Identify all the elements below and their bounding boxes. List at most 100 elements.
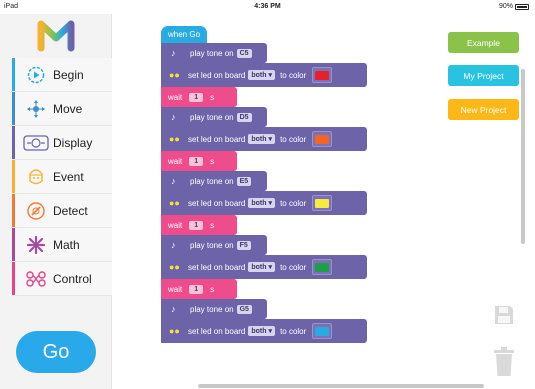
led-target-value: both — [251, 327, 267, 335]
example-button[interactable]: Example — [448, 32, 519, 53]
sidebar-item-detect[interactable]: Detect — [12, 194, 112, 228]
my-project-button[interactable]: My Project — [448, 65, 519, 86]
wait-seconds-field[interactable]: 1 — [189, 92, 204, 102]
color-picker[interactable] — [312, 195, 333, 211]
set-led-block[interactable]: ●● set led on board both ▾ to color — [161, 63, 367, 87]
wait-block[interactable]: wait 1 s — [161, 151, 237, 171]
sidebar-item-label: Move — [53, 101, 83, 116]
wait-seconds-field[interactable]: 1 — [189, 220, 204, 230]
control-icon — [21, 268, 51, 290]
color-picker[interactable] — [312, 323, 333, 339]
sidebar-item-event[interactable]: Event — [12, 160, 112, 194]
set-led-block[interactable]: ●● set led on board both ▾ to color — [161, 127, 367, 151]
color-picker[interactable] — [312, 67, 333, 83]
wait-block[interactable]: wait 1 s — [161, 87, 237, 107]
new-project-button[interactable]: New Project — [448, 99, 519, 120]
app-logo — [37, 20, 75, 52]
note-field[interactable]: C5 — [236, 48, 252, 58]
color-picker[interactable] — [312, 131, 333, 147]
wait-seconds-field[interactable]: 1 — [189, 156, 204, 166]
when-go-block[interactable]: when Go — [161, 26, 207, 43]
note-field[interactable]: F5 — [236, 240, 251, 250]
move-arrows-icon — [21, 98, 51, 120]
block-label: set led on board — [188, 262, 246, 272]
color-swatch — [315, 262, 330, 272]
block-label: wait — [168, 220, 183, 230]
led-icon: ●● — [169, 262, 180, 272]
play-tone-block[interactable]: ♪ play tone on C5 — [161, 43, 267, 63]
go-button[interactable]: Go — [16, 331, 96, 373]
sidebar-item-control[interactable]: Control — [12, 262, 112, 296]
sidebar-item-label: Control — [53, 271, 92, 286]
block-label: play tone on — [190, 176, 234, 186]
led-icon: ●● — [169, 70, 180, 80]
play-tone-block[interactable]: ♪ play tone on F5 — [161, 235, 267, 255]
block-label: wait — [168, 156, 183, 166]
music-note-icon: ♪ — [171, 304, 176, 314]
chevron-down-icon: ▾ — [268, 200, 273, 207]
sidebar-item-move[interactable]: Move — [12, 92, 112, 126]
note-field[interactable]: D5 — [236, 112, 252, 122]
play-tone-block[interactable]: ♪ play tone on D5 — [161, 107, 267, 127]
block-label: set led on board — [188, 326, 246, 336]
led-target-value: both — [251, 71, 267, 79]
block-label: s — [210, 220, 215, 230]
block-label: set led on board — [188, 198, 246, 208]
chevron-down-icon: ▾ — [268, 72, 273, 79]
vertical-scrollbar[interactable] — [521, 69, 525, 244]
category-list: Begin Move Display Event Detect Math Control — [12, 58, 112, 296]
led-target-dropdown[interactable]: both ▾ — [248, 70, 276, 80]
set-led-block[interactable]: ●● set led on board both ▾ to color — [161, 255, 367, 279]
led-icon: ●● — [169, 198, 180, 208]
play-tone-block[interactable]: ♪ play tone on G5 — [161, 299, 267, 319]
set-led-block[interactable]: ●● set led on board both ▾ to color — [161, 319, 367, 343]
chevron-down-icon: ▾ — [268, 328, 273, 335]
block-label: wait — [168, 284, 183, 294]
sidebar-item-begin[interactable]: Begin — [12, 58, 112, 92]
led-target-value: both — [251, 199, 267, 207]
category-color-bar — [12, 58, 15, 91]
code-canvas[interactable]: when Go Example My Project New Project ♪… — [112, 14, 535, 389]
sidebar-item-label: Event — [53, 169, 84, 184]
play-tone-block[interactable]: ♪ play tone on E5 — [161, 171, 267, 191]
block-label: play tone on — [190, 240, 234, 250]
color-swatch — [315, 134, 330, 144]
led-target-value: both — [251, 135, 267, 143]
status-bar: iPad 4:36 PM 90% — [0, 0, 535, 14]
category-color-bar — [12, 160, 15, 193]
led-target-dropdown[interactable]: both ▾ — [248, 134, 276, 144]
block-label: to color — [280, 326, 307, 336]
color-picker[interactable] — [312, 259, 333, 275]
math-icon — [21, 234, 51, 256]
led-target-value: both — [251, 263, 267, 271]
wait-seconds-field[interactable]: 1 — [189, 284, 204, 294]
sidebar-item-display[interactable]: Display — [12, 126, 112, 160]
play-circle-icon — [21, 64, 51, 86]
led-target-dropdown[interactable]: both ▾ — [248, 198, 276, 208]
wait-block[interactable]: wait 1 s — [161, 279, 237, 299]
set-led-block[interactable]: ●● set led on board both ▾ to color — [161, 191, 367, 215]
music-note-icon: ♪ — [171, 176, 176, 186]
chevron-down-icon: ▾ — [268, 136, 273, 143]
block-label: wait — [168, 92, 183, 102]
save-icon[interactable] — [493, 304, 515, 326]
category-color-bar — [12, 194, 15, 227]
wait-block[interactable]: wait 1 s — [161, 215, 237, 235]
led-target-dropdown[interactable]: both ▾ — [248, 326, 276, 336]
category-color-bar — [12, 228, 15, 261]
sidebar-item-math[interactable]: Math — [12, 228, 112, 262]
block-label: set led on board — [188, 134, 246, 144]
clock: 4:36 PM — [254, 3, 281, 10]
led-icon: ●● — [169, 326, 180, 336]
trash-icon[interactable] — [493, 347, 515, 377]
category-color-bar — [12, 262, 15, 295]
block-label: set led on board — [188, 70, 246, 80]
note-field[interactable]: E5 — [236, 176, 252, 186]
led-target-dropdown[interactable]: both ▾ — [248, 262, 276, 272]
block-label: to color — [280, 198, 307, 208]
category-color-bar — [12, 92, 15, 125]
music-note-icon: ♪ — [171, 48, 176, 58]
note-field[interactable]: G5 — [236, 304, 252, 314]
horizontal-scrollbar[interactable] — [198, 384, 484, 388]
battery-indicator: 90% — [499, 3, 529, 10]
